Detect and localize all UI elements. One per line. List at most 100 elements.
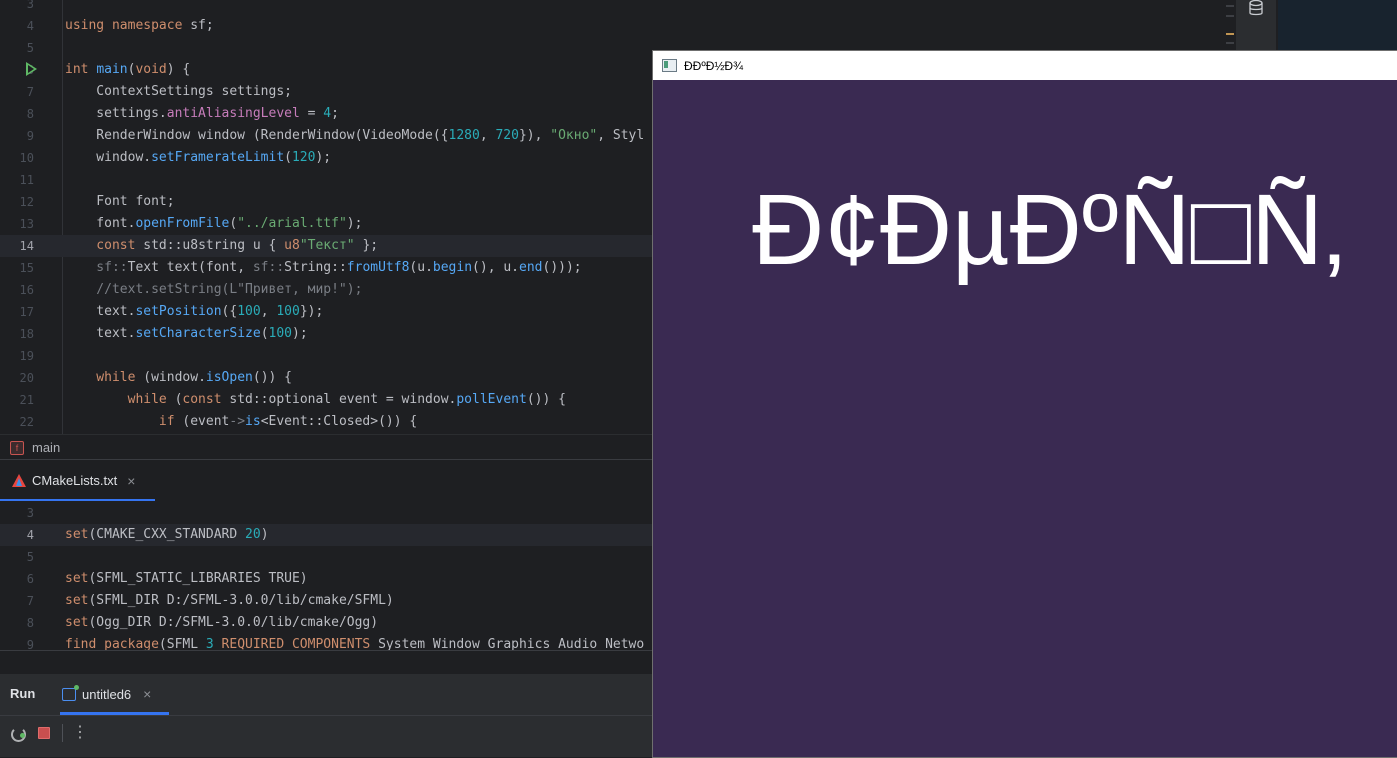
code-token: set <box>65 571 89 586</box>
code-line[interactable]: if (event->is<Event::Closed>()) { <box>65 411 417 433</box>
code-token: sf:: <box>252 260 285 275</box>
code-token: RenderWindow window (RenderWindow(VideoM… <box>65 128 449 143</box>
code-line[interactable]: RenderWindow window (RenderWindow(VideoM… <box>65 125 644 147</box>
code-token: 4 <box>323 106 332 121</box>
line-number: 7 <box>26 594 34 608</box>
code-token: 3 <box>205 637 214 650</box>
code-token: Text text(font, <box>127 260 253 275</box>
code-token: (SFML_DIR D:/SFML-3.0.0/lib/cmake/SFML) <box>88 593 394 608</box>
code-line[interactable]: set(Ogg_DIR D:/SFML-3.0.0/lib/cmake/Ogg) <box>65 612 378 634</box>
more-options-icon[interactable]: ⋮ <box>72 722 88 742</box>
line-number: 14 <box>19 239 34 253</box>
code-line[interactable]: set(CMAKE_CXX_STANDARD 20) <box>65 524 269 546</box>
code-line[interactable]: settings.antiAliasingLevel = 4; <box>65 103 339 125</box>
code-token: "Окно" <box>550 128 598 143</box>
code-token: REQUIRED COMPONENTS <box>213 637 371 650</box>
line-number: 10 <box>19 151 34 165</box>
line-number: 17 <box>19 305 34 319</box>
code-token: (SFML_STATIC_LIBRARIES TRUE) <box>88 571 308 586</box>
code-line[interactable]: while (const std::optional event = windo… <box>65 389 566 411</box>
line-number: 20 <box>19 371 34 385</box>
code-token: main <box>96 62 128 77</box>
code-line[interactable]: font.openFromFile("../arial.ttf"); <box>65 213 362 235</box>
code-token: if <box>65 414 183 429</box>
breadcrumb-label[interactable]: main <box>32 440 60 455</box>
code-token: text. <box>65 326 136 341</box>
right-tool-strip <box>1236 0 1276 50</box>
application-icon <box>62 684 79 701</box>
code-token: ); <box>292 326 308 341</box>
code-token: , Styl <box>597 128 645 143</box>
line-number: 21 <box>19 393 34 407</box>
code-line[interactable]: window.setFramerateLimit(120); <box>65 147 331 169</box>
code-line[interactable]: while (window.isOpen()) { <box>65 367 292 389</box>
line-number: 9 <box>26 638 34 650</box>
code-line[interactable]: set(SFML_DIR D:/SFML-3.0.0/lib/cmake/SFM… <box>65 590 394 612</box>
line-number: 3 <box>26 0 34 11</box>
code-token: const <box>182 392 230 407</box>
close-icon[interactable]: × <box>127 473 135 489</box>
code-line[interactable]: sf::Text text(font, sf::String::fromUtf8… <box>65 257 582 279</box>
render-canvas[interactable]: Ð¢ÐµÐºÑ□Ñ‚ <box>653 80 1397 757</box>
code-token: pollEvent <box>456 392 527 407</box>
code-token: Font font; <box>65 194 175 209</box>
code-line[interactable]: text.setCharacterSize(100); <box>65 323 308 345</box>
code-token: String:: <box>284 260 347 275</box>
close-icon[interactable]: × <box>143 686 151 702</box>
tab-label: CMakeLists.txt <box>32 473 118 488</box>
code-token: 100 <box>237 304 261 319</box>
run-toolbar: ⋮ <box>0 715 652 757</box>
code-line[interactable]: //text.setString(L"Привет, мир!"); <box>65 279 362 301</box>
line-number: 4 <box>26 19 34 33</box>
code-line[interactable]: int main(void) { <box>65 59 190 81</box>
window-titlebar[interactable]: ÐÐºÐ½Ð¾ <box>653 51 1397 80</box>
code-token: (SFML <box>158 637 206 650</box>
scroll-marker <box>1226 15 1234 17</box>
tab-cmakelists[interactable]: CMakeLists.txt × <box>0 460 155 502</box>
code-token: ()) { <box>252 370 293 385</box>
code-token: isOpen <box>205 370 253 385</box>
code-token: 20 <box>245 527 261 542</box>
sfml-app-window[interactable]: ÐÐºÐ½Ð¾ Ð¢ÐµÐºÑ□Ñ‚ <box>652 50 1397 758</box>
line-number: 16 <box>19 283 34 297</box>
code-token: ); <box>315 150 332 165</box>
database-icon[interactable] <box>1249 0 1263 16</box>
run-panel-title: Run <box>10 686 36 701</box>
code-token: , <box>260 304 277 319</box>
code-line[interactable]: const std::u8string u { u8"Текст" }; <box>65 235 378 257</box>
toolbar-separator <box>62 724 63 742</box>
code-token: setPosition <box>135 304 222 319</box>
code-line[interactable]: Font font; <box>65 191 175 213</box>
code-token: 720 <box>495 128 519 143</box>
code-token: 120 <box>291 150 316 165</box>
code-line[interactable]: using namespace sf; <box>65 15 214 37</box>
code-line[interactable]: find_package(SFML 3 REQUIRED COMPONENTS … <box>65 634 644 650</box>
code-token: fromUtf8 <box>346 260 410 275</box>
code-line[interactable]: ContextSettings settings; <box>65 81 292 103</box>
code-token: ); <box>346 216 363 231</box>
line-number: 6 <box>26 572 34 586</box>
code-token: 100 <box>268 326 292 341</box>
code-token: window. <box>65 150 152 165</box>
stop-icon[interactable] <box>38 727 50 739</box>
run-tab-untitled6[interactable]: untitled6 × <box>62 684 151 702</box>
scrollbar-markers[interactable] <box>1226 0 1234 50</box>
code-token: const <box>65 238 144 253</box>
code-token: antiAliasingLevel <box>166 106 300 121</box>
code-token: (), u. <box>472 260 520 275</box>
code-token: sf:: <box>65 260 128 275</box>
code-token: "../arial.ttf" <box>237 216 347 231</box>
code-token: ( <box>260 326 269 341</box>
code-line[interactable]: set(SFML_STATIC_LIBRARIES TRUE) <box>65 568 308 590</box>
code-token: = <box>299 106 324 121</box>
gutter-separator <box>62 0 63 434</box>
window-icon <box>662 59 677 72</box>
code-token: (Ogg_DIR D:/SFML-3.0.0/lib/cmake/Ogg) <box>88 615 379 630</box>
line-number: 9 <box>26 129 34 143</box>
cmake-icon <box>12 474 26 487</box>
code-token: ())); <box>542 260 582 275</box>
code-token: while <box>65 392 175 407</box>
code-token: setFramerateLimit <box>151 150 285 165</box>
code-line[interactable]: text.setPosition({100, 100}); <box>65 301 323 323</box>
function-icon: f <box>10 440 24 455</box>
